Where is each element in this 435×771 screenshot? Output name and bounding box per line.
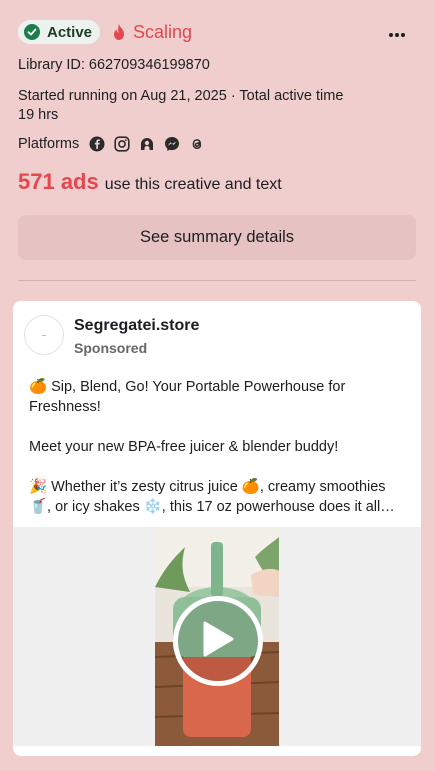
page-avatar[interactable] [24,315,64,355]
play-button[interactable] [173,596,263,686]
ad-body-line: Freshness! [29,399,101,415]
active-status-label: Active [47,23,93,41]
ad-body-text: 🍊 Sip, Blend, Go! Your Portable Powerhou… [29,377,409,517]
ad-body-line: 🍊 Sip, Blend, Go! Your Portable Powerhou… [29,379,346,395]
scaling-indicator: Scaling [111,22,192,43]
run-duration: Started running on Aug 21, 2025 · Total … [18,87,378,125]
see-summary-details-button[interactable]: See summary details [18,215,416,260]
active-status-badge: Active [18,20,101,44]
platforms-row: Platforms [18,136,214,152]
facebook-icon [89,136,105,152]
ad-body-line: 🥤, or icy shakes ❄️, this 17 oz powerhou… [29,499,395,515]
ad-body-line: 🎉 Whether it’s zesty citrus juice 🍊, cre… [29,479,386,495]
ads-count-line: 571 ads use this creative and text [18,169,282,195]
play-icon [201,620,235,663]
active-time-line: 19 hrs [18,107,59,123]
ad-preview-card: Segregatei.store Sponsored 🍊 Sip, Blend,… [13,301,421,756]
ads-count-description: use this creative and text [104,176,282,193]
more-horizontal-icon[interactable] [389,24,409,40]
started-line: Started running on Aug 21, 2025 · Total … [18,88,344,104]
sponsored-label: Sponsored [74,340,148,356]
ads-count: 571 ads [18,169,99,194]
divider [18,280,416,281]
scaling-label: Scaling [133,21,193,42]
threads-icon [189,136,205,152]
flame-icon [111,23,127,41]
check-circle-icon [24,24,40,40]
platforms-label: Platforms [18,136,80,152]
audience-network-icon [139,136,155,152]
page-name[interactable]: Segregatei.store [74,317,199,335]
instagram-icon [114,136,130,152]
library-id: Library ID: 662709346199870 [18,57,210,73]
status-row: Active Scaling [18,20,417,44]
messenger-icon [164,136,180,152]
ad-body-line: Meet your new BPA-free juicer & blender … [29,439,339,455]
